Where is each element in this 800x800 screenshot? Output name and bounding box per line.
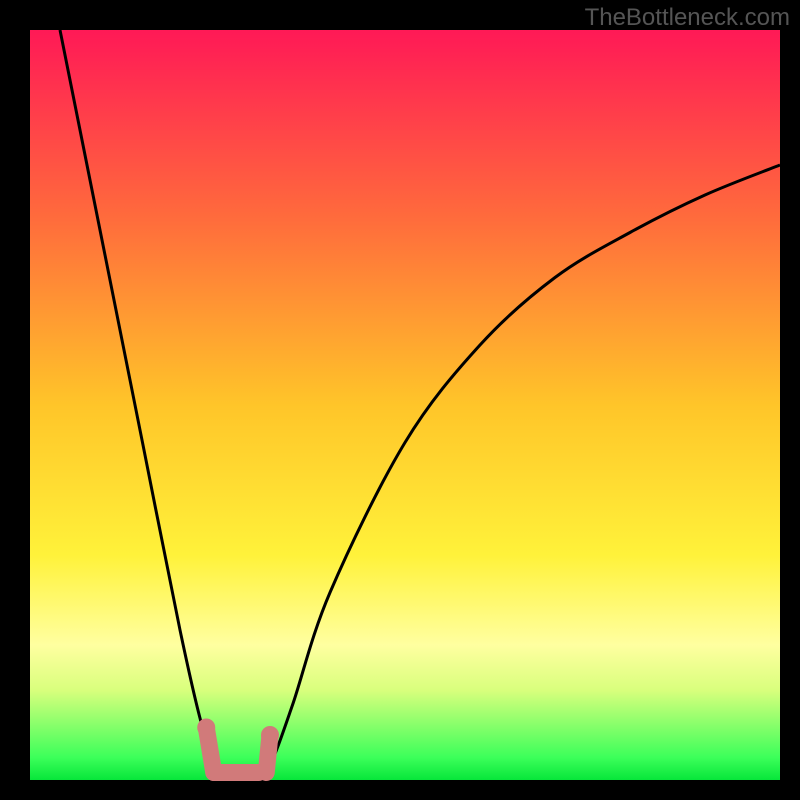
plot-background (30, 30, 780, 780)
bottleneck-chart (0, 0, 800, 800)
watermark-text: TheBottleneck.com (585, 4, 790, 32)
chart-container: TheBottleneck.com (0, 0, 800, 800)
